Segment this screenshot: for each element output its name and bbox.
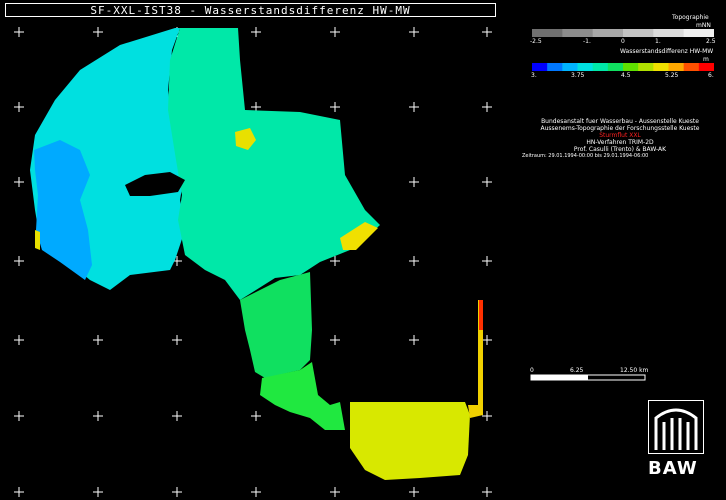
grid-cross — [172, 411, 182, 421]
info-scenario: Sturmflut XXL — [599, 132, 641, 139]
grid-cross — [330, 102, 340, 112]
grid-cross — [14, 335, 24, 345]
water-colorbar — [532, 63, 714, 71]
grid-cross — [330, 487, 340, 497]
region-central-green — [168, 28, 380, 300]
grid-cross — [14, 411, 24, 421]
grid-cross — [14, 177, 24, 187]
grid-cross — [482, 27, 492, 37]
grid-cross — [14, 256, 24, 266]
grid-cross — [330, 27, 340, 37]
grid-cross — [172, 335, 182, 345]
info-method: HN-Verfahren TRIM-2D — [586, 139, 654, 146]
grid-cross — [251, 411, 261, 421]
water-legend-title: Wasserstandsdifferenz HW-MW — [620, 48, 714, 55]
topo-tick: 1. — [655, 38, 661, 45]
region-coast-yellow-2 — [35, 230, 40, 250]
info-period: Zeitraum: 29.01.1994-00:00 bis 29.01.199… — [522, 153, 649, 159]
water-tick: 3. — [531, 72, 537, 79]
scale-label-0: 0 — [530, 367, 534, 374]
scale-bar — [530, 374, 646, 381]
grid-cross — [93, 411, 103, 421]
topo-tick: 0 — [621, 38, 625, 45]
grid-cross — [14, 27, 24, 37]
scale-label-mid: 6.25 — [570, 367, 584, 374]
colorbar-cell — [698, 63, 714, 71]
colorbar-cell — [668, 63, 685, 71]
grid-cross — [482, 256, 492, 266]
colorbar-cell — [623, 63, 639, 71]
grid-cross — [409, 177, 419, 187]
topo-tick: 2.5 — [706, 38, 716, 45]
grid-cross — [93, 487, 103, 497]
grid-cross — [251, 27, 261, 37]
grid-cross — [482, 487, 492, 497]
grid-cross — [409, 256, 419, 266]
grid-cross — [409, 27, 419, 37]
colorbar-cell — [562, 29, 594, 37]
colorbar-cell — [592, 63, 609, 71]
grid-cross — [172, 487, 182, 497]
region-estuary-yellow — [350, 402, 470, 480]
map-title: SF-XXL-IST38 - Wasserstandsdifferenz HW-… — [5, 3, 496, 17]
water-ticks: 3. 3.75 4.5 5.25 6. — [531, 72, 717, 80]
grid-cross — [482, 102, 492, 112]
water-tick: 5.25 — [665, 72, 679, 79]
grid-cross — [482, 411, 492, 421]
grid-cross — [482, 335, 492, 345]
info-authors: Prof. Casulli (Trento) & BAW-AK — [573, 146, 667, 153]
region-river-red — [479, 300, 483, 330]
grid-cross — [14, 487, 24, 497]
topo-tick: -1. — [583, 38, 591, 45]
baw-logo-text: BAW — [648, 458, 698, 479]
water-legend-unit: m — [703, 56, 709, 63]
colorbar-cell — [532, 29, 563, 37]
colorbar-cell — [638, 63, 654, 71]
colorbar-cell — [623, 29, 654, 37]
grid-cross — [409, 335, 419, 345]
grid-cross — [409, 487, 419, 497]
colorbar-cell — [577, 63, 594, 71]
colorbar-cell — [683, 29, 714, 37]
grid-cross — [330, 256, 340, 266]
colorbar-cell — [547, 63, 563, 71]
colorbar-cell — [532, 63, 548, 71]
colorbar-cell — [653, 63, 669, 71]
topography-colorbar — [532, 29, 714, 37]
grid-cross — [251, 487, 261, 497]
colorbar-cell — [683, 63, 700, 71]
colorbar-cell — [653, 29, 685, 37]
water-tick: 6. — [708, 72, 714, 79]
topography-legend-unit: mNN — [696, 22, 711, 29]
grid-cross — [409, 102, 419, 112]
info-block: Bundesanstalt fuer Wasserbau - Aussenste… — [520, 118, 720, 160]
grid-cross — [93, 27, 103, 37]
colorbar-cell — [607, 63, 624, 71]
water-tick: 4.5 — [621, 72, 631, 79]
colorbar-cell — [592, 29, 624, 37]
topography-ticks: -2.5 -1. 0 1. 2.5 — [530, 38, 716, 46]
scale-label-end: 12.50 km — [620, 367, 649, 374]
colorbar-cell — [562, 63, 578, 71]
topography-legend-title: Topographie — [672, 14, 709, 21]
info-institute: Bundesanstalt fuer Wasserbau - Aussenste… — [541, 118, 699, 125]
water-tick: 3.75 — [571, 72, 585, 79]
grid-cross — [482, 177, 492, 187]
baw-logo-icon — [648, 400, 704, 454]
grid-cross — [14, 102, 24, 112]
info-topography-source: Aussenems-Topographie der Forschungsstel… — [540, 125, 700, 132]
topo-tick: -2.5 — [530, 38, 542, 45]
grid-cross — [93, 335, 103, 345]
grid-cross — [330, 335, 340, 345]
